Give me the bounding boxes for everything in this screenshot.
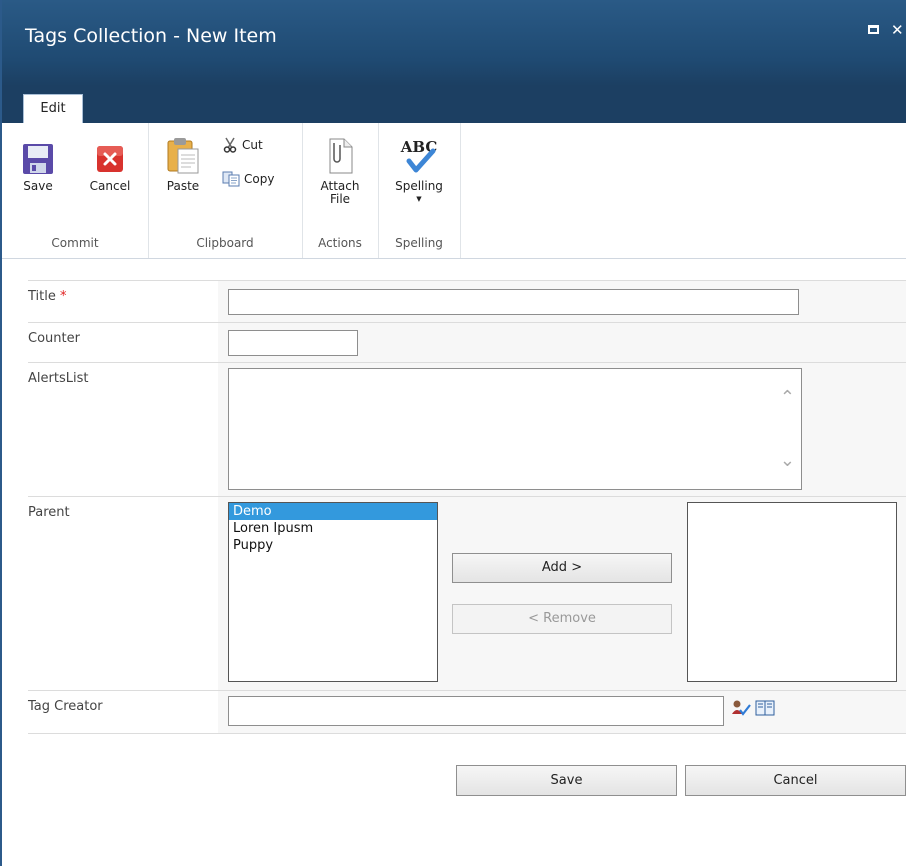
parent-selected-list[interactable]: [687, 502, 897, 682]
counter-input[interactable]: [228, 330, 358, 356]
save-ribbon-button[interactable]: Save: [20, 143, 56, 193]
alerts-list-label: AlertsList: [28, 371, 89, 386]
counter-label: Counter: [28, 331, 80, 346]
title-input[interactable]: [228, 289, 799, 315]
attach-file-icon: [329, 138, 353, 174]
row-counter: Counter: [28, 322, 906, 363]
group-label-spelling: Spelling: [395, 236, 443, 250]
tag-creator-input[interactable]: [228, 696, 724, 726]
remove-button[interactable]: < Remove: [452, 604, 672, 634]
parent-label: Parent: [28, 505, 70, 520]
cancel-icon: [97, 146, 123, 172]
title-bar: Tags Collection - New Item ✕: [2, 0, 906, 86]
spelling-button[interactable]: ABC Spelling ▼: [388, 137, 450, 203]
list-item[interactable]: Loren Ipusm: [229, 520, 437, 537]
ribbon-group-commit: Save Cancel Commit: [2, 123, 149, 258]
ribbon-group-actions: Attach File Actions: [302, 123, 379, 258]
ribbon-group-clipboard: Paste Cut Copy Clipboard: [148, 123, 303, 258]
save-icon: [23, 144, 53, 174]
paste-button[interactable]: Paste: [162, 137, 204, 193]
maximize-icon[interactable]: [868, 25, 879, 34]
cut-icon: [223, 137, 237, 153]
parent-available-list[interactable]: Demo Loren Ipusm Puppy: [228, 502, 438, 682]
dialog-title: Tags Collection - New Item: [25, 25, 277, 47]
spelling-icon: ABC: [400, 138, 437, 173]
cancel-button[interactable]: Cancel: [685, 765, 906, 796]
chevron-down-icon[interactable]: ▼: [388, 195, 450, 203]
cut-button[interactable]: Cut: [222, 137, 263, 153]
title-label: Title *: [28, 289, 67, 304]
paste-icon: [167, 138, 199, 174]
ribbon: Save Cancel Commit Paste Cut Copy Clipbo…: [2, 123, 906, 259]
list-item[interactable]: Puppy: [229, 537, 437, 554]
spelling-label: Spelling: [395, 179, 443, 193]
tag-creator-label: Tag Creator: [28, 699, 103, 714]
scroll-down-icon[interactable]: ⌄: [780, 450, 795, 471]
copy-icon: [222, 171, 240, 187]
row-title: Title *: [28, 280, 906, 323]
save-button[interactable]: Save: [456, 765, 677, 796]
group-label-clipboard: Clipboard: [196, 236, 254, 250]
row-alerts-list: AlertsList ⌃ ⌄: [28, 362, 906, 497]
ribbon-tab-bar: Edit: [2, 86, 906, 123]
row-tag-creator: Tag Creator: [28, 690, 906, 734]
attach-file-label-1: Attach: [320, 179, 360, 193]
required-marker: *: [60, 289, 67, 304]
add-button[interactable]: Add >: [452, 553, 672, 583]
copy-label: Copy: [244, 172, 275, 186]
cut-label: Cut: [242, 138, 263, 152]
row-parent: Parent Demo Loren Ipusm Puppy Add > < Re…: [28, 496, 906, 691]
attach-file-button[interactable]: Attach File: [314, 137, 366, 206]
save-ribbon-label: Save: [23, 179, 53, 193]
cancel-ribbon-label: Cancel: [89, 179, 131, 193]
attach-file-label-2: File: [329, 192, 351, 206]
scroll-up-icon[interactable]: ⌃: [780, 387, 795, 408]
tab-edit[interactable]: Edit: [23, 94, 83, 123]
group-label-actions: Actions: [318, 236, 362, 250]
close-icon[interactable]: ✕: [891, 22, 904, 38]
check-names-icon[interactable]: [731, 699, 751, 717]
address-book-icon[interactable]: [755, 699, 775, 717]
alerts-list-textarea[interactable]: ⌃ ⌄: [228, 368, 802, 490]
ribbon-group-spelling: ABC Spelling ▼ Spelling: [378, 123, 461, 258]
list-item[interactable]: Demo: [229, 503, 437, 520]
copy-button[interactable]: Copy: [222, 171, 274, 187]
paste-label: Paste: [166, 179, 200, 193]
cancel-ribbon-button[interactable]: Cancel: [82, 143, 138, 193]
group-label-commit: Commit: [51, 236, 99, 250]
